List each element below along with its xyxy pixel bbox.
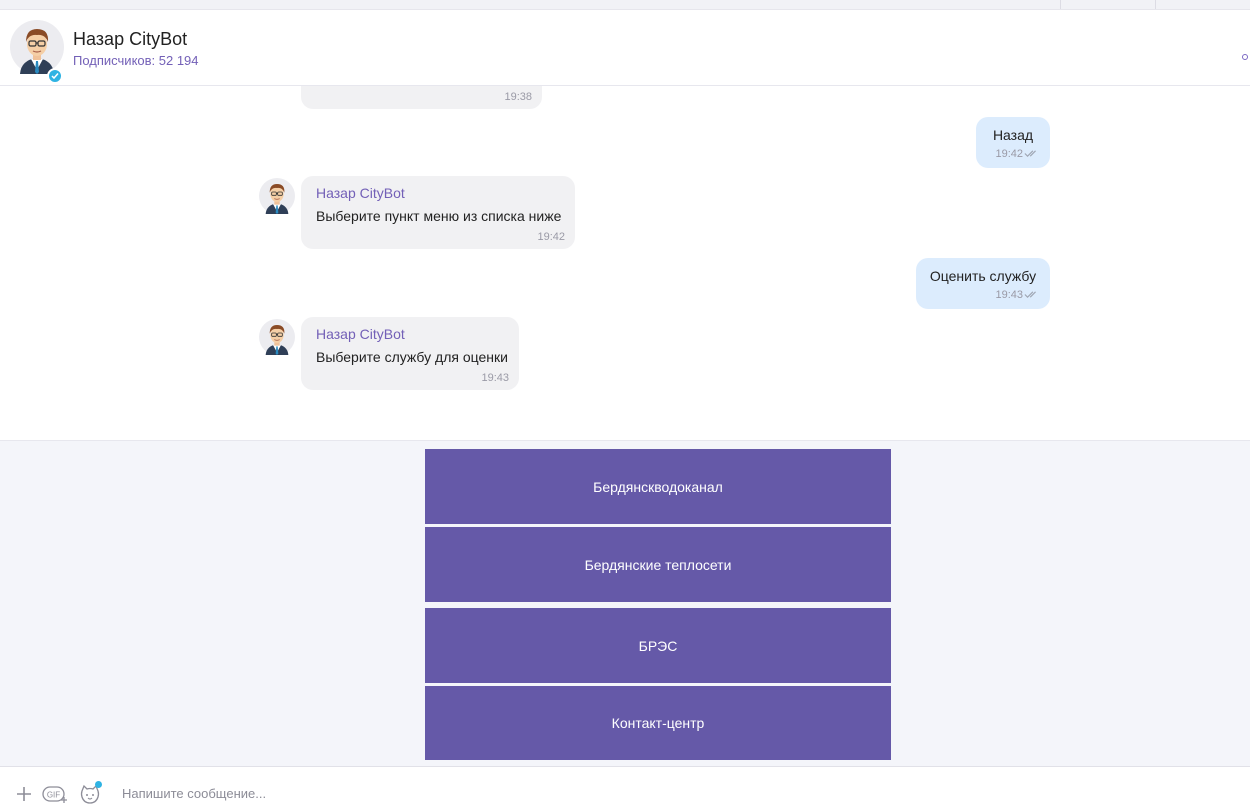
bot-keyboard: Бердянскводоканал Бердянские теплосети Б…	[0, 440, 1250, 767]
bot-avatar-small	[259, 178, 295, 214]
keyboard-button[interactable]: БРЭС	[425, 608, 891, 683]
message-outgoing: Оценить службу 19:43	[916, 258, 1050, 309]
sticker-notification-dot	[95, 781, 102, 788]
read-ticks-icon	[1024, 149, 1040, 158]
add-icon[interactable]	[15, 785, 33, 803]
bot-avatar-small	[259, 319, 295, 355]
svg-text:GIF: GIF	[47, 791, 60, 800]
menu-icon[interactable]	[1242, 54, 1248, 60]
message-incoming: Назар CityBot Выберите пункт меню из спи…	[301, 176, 575, 249]
message-list[interactable]: 19:38 Назад 19:42 Назар CityBot Выберите…	[0, 86, 1250, 440]
top-strip	[0, 0, 1250, 10]
message-sender: Назар CityBot	[316, 326, 405, 342]
message-time: 19:42	[995, 148, 1023, 160]
keyboard-button[interactable]: Бердянскводоканал	[425, 449, 891, 524]
message-outgoing: Назад 19:42	[976, 117, 1050, 168]
message-text: Оценить службу	[929, 268, 1037, 284]
top-strip-divider	[1060, 0, 1061, 9]
bot-avatar[interactable]	[10, 20, 64, 74]
message-text: Назад	[992, 127, 1034, 143]
message-sender: Назар CityBot	[316, 185, 405, 201]
message-time: 19:38	[504, 91, 532, 103]
message-incoming: 19:38	[301, 86, 542, 109]
verified-icon	[47, 68, 63, 84]
message-text: Выберите пункт меню из списка ниже	[316, 208, 562, 224]
gif-icon[interactable]: GIF	[42, 784, 70, 804]
keyboard-button[interactable]: Контакт-центр	[425, 686, 891, 760]
subscriber-count: Подписчиков: 52 194	[73, 53, 199, 68]
message-incoming: Назар CityBot Выберите службу для оценки…	[301, 317, 519, 390]
message-time: 19:43	[481, 372, 509, 384]
message-text: Выберите службу для оценки	[316, 349, 508, 365]
message-time: 19:43	[995, 289, 1023, 301]
message-time: 19:42	[537, 231, 565, 243]
chat-title[interactable]: Назар CityBot	[73, 29, 187, 50]
message-input[interactable]: Напишите сообщение...	[122, 786, 266, 801]
top-strip-divider	[1155, 0, 1156, 9]
chat-header: Назар CityBot Подписчиков: 52 194	[0, 10, 1250, 86]
read-ticks-icon	[1024, 290, 1040, 299]
keyboard-button[interactable]: Бердянские теплосети	[425, 527, 891, 602]
message-composer: GIF Напишите сообщение...	[0, 766, 1250, 810]
